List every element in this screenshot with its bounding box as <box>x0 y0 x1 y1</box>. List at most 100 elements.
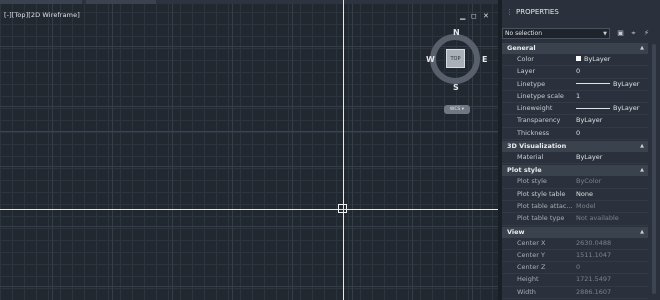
property-row[interactable]: Height 1721.5497 <box>502 274 648 287</box>
palette-scrollbar[interactable] <box>650 42 658 300</box>
property-name: Center X <box>517 238 546 247</box>
section-title: 3D Visualization <box>507 142 567 151</box>
property-name: Linetype scale <box>517 91 564 100</box>
property-value[interactable]: ByLayer <box>576 54 610 65</box>
property-name: Lineweight <box>517 104 553 113</box>
line-sample-icon <box>576 83 610 85</box>
property-value[interactable]: 0 <box>576 262 580 273</box>
property-row[interactable]: Color ByLayer <box>502 54 648 67</box>
property-value[interactable]: 0 <box>576 128 580 139</box>
crosshair-vertical <box>343 0 344 300</box>
property-value-text: Model <box>576 201 596 210</box>
property-row[interactable]: Linetype ByLayer <box>502 79 648 91</box>
property-value-text: 1511.1047 <box>576 250 612 259</box>
property-value-text: ByLayer <box>584 55 611 63</box>
file-tab[interactable] <box>0 0 82 4</box>
property-value[interactable]: ByLayer <box>576 79 639 90</box>
file-tab[interactable] <box>86 0 156 4</box>
property-name: Width <box>517 287 536 296</box>
property-row[interactable]: Center Y 1511.1047 <box>502 250 648 263</box>
selection-row: No selection ▼ ▣ ⌖ ⚡ <box>502 28 660 40</box>
color-swatch-icon <box>576 55 581 61</box>
compass-north-label[interactable]: N <box>453 28 460 37</box>
palette-title: ⋮ PROPERTIES <box>502 0 660 26</box>
section-header-general[interactable]: General ▲ <box>502 43 648 54</box>
wcs-menu-button[interactable]: WCS ▾ <box>444 105 470 114</box>
property-value-text: 1 <box>576 91 581 100</box>
property-value[interactable]: Model <box>576 201 596 212</box>
property-value[interactable]: 2630.0488 <box>576 238 611 249</box>
property-row[interactable]: Width 2886.1607 <box>502 287 648 300</box>
cursor-pickbox <box>338 204 347 213</box>
quick-select-icon[interactable]: ⚡ <box>642 29 651 38</box>
property-row[interactable]: Plot style table None <box>502 189 648 201</box>
property-value-text: Not available <box>576 214 619 223</box>
property-row[interactable]: Linetype scale 1 <box>502 91 648 104</box>
property-name: Height <box>517 275 539 284</box>
collapse-chevron-icon[interactable]: ▲ <box>640 165 644 176</box>
property-row[interactable]: Center X 2630.0488 <box>502 238 648 250</box>
line-sample-icon <box>576 107 610 109</box>
property-value-text: 1721.5497 <box>576 275 612 284</box>
property-name: Material <box>517 153 544 162</box>
viewport-maximize-icon[interactable]: ◻ <box>471 12 477 20</box>
viewcube-top-face[interactable]: TOP <box>446 49 465 68</box>
selection-dropdown-value: No selection <box>505 30 543 37</box>
viewport-minimize-icon[interactable]: ▁ <box>460 12 465 20</box>
select-objects-icon[interactable]: ⌖ <box>629 29 638 38</box>
property-value-text: 0 <box>576 128 581 137</box>
collapse-chevron-icon[interactable]: ▲ <box>640 227 644 238</box>
palette-scrollbar-thumb[interactable] <box>652 44 656 294</box>
property-name: Color <box>517 55 534 63</box>
property-value-text: ByLayer <box>613 104 640 113</box>
property-value[interactable]: ByLayer <box>576 103 639 114</box>
section-header-plot-style[interactable]: Plot style ▲ <box>502 165 648 177</box>
viewport-close-icon[interactable]: ✕ <box>483 12 489 20</box>
section-title: Plot style <box>507 166 542 175</box>
property-row[interactable]: Material ByLayer <box>502 152 648 165</box>
section-header-view[interactable]: View ▲ <box>502 226 648 238</box>
property-sections: General ▲ Color ByLayer Layer 0 Linetype ByLaye… <box>502 42 648 300</box>
property-value[interactable]: ByLayer <box>576 115 602 126</box>
property-row[interactable]: Transparency ByLayer <box>502 115 648 128</box>
viewcube[interactable]: TOP N S E W <box>424 28 492 96</box>
compass-south-label[interactable]: S <box>453 83 459 92</box>
property-value[interactable]: 2886.1607 <box>576 287 611 298</box>
section-title: View <box>507 227 525 236</box>
viewport-controls-label[interactable]: [-][Top][2D Wireframe] <box>4 11 80 19</box>
toggle-pickadd-icon[interactable]: ▣ <box>616 29 625 38</box>
property-value-text: 0 <box>576 67 581 76</box>
property-name: Plot table type <box>517 214 565 223</box>
property-row[interactable]: Lineweight ByLayer <box>502 103 648 116</box>
property-name: Center Y <box>517 250 545 259</box>
property-value[interactable]: 0 <box>576 66 580 77</box>
palette-grip-icon[interactable]: ⋮ <box>506 8 513 16</box>
compass-east-label[interactable]: E <box>482 55 487 64</box>
file-tab-bar <box>0 0 498 4</box>
property-value[interactable]: 1511.1047 <box>576 250 611 261</box>
grid-axis-line <box>0 131 498 132</box>
property-row[interactable]: Center Z 0 <box>502 262 648 275</box>
collapse-chevron-icon[interactable]: ▲ <box>640 141 644 152</box>
collapse-chevron-icon[interactable]: ▲ <box>640 43 644 54</box>
drawing-viewport[interactable]: [-][Top][2D Wireframe] ▁ ◻ ✕ TOP N S E W… <box>0 0 498 300</box>
property-name: Plot table attac... <box>517 201 573 210</box>
property-value[interactable]: 1721.5497 <box>576 274 611 285</box>
selection-dropdown[interactable]: No selection ▼ <box>502 28 610 39</box>
property-value[interactable]: None <box>576 189 593 200</box>
compass-west-label[interactable]: W <box>426 55 435 64</box>
property-name: Transparency <box>517 116 561 125</box>
section-header-3d-visualization[interactable]: 3D Visualization ▲ <box>502 141 648 153</box>
property-row[interactable]: Layer 0 <box>502 66 648 79</box>
property-value[interactable]: Not available <box>576 213 619 224</box>
property-row[interactable]: Plot style ByColor <box>502 176 648 189</box>
property-row[interactable]: Thickness 0 <box>502 128 648 141</box>
property-value[interactable]: 1 <box>576 91 580 102</box>
property-row[interactable]: Plot table attac... Model <box>502 201 648 214</box>
property-name: Thickness <box>517 128 550 137</box>
property-row[interactable]: Plot table type Not available <box>502 213 648 226</box>
property-name: Plot style table <box>517 189 566 198</box>
chevron-down-icon: ▼ <box>603 31 607 37</box>
property-value[interactable]: ByLayer <box>576 152 602 163</box>
property-value[interactable]: ByColor <box>576 176 601 187</box>
